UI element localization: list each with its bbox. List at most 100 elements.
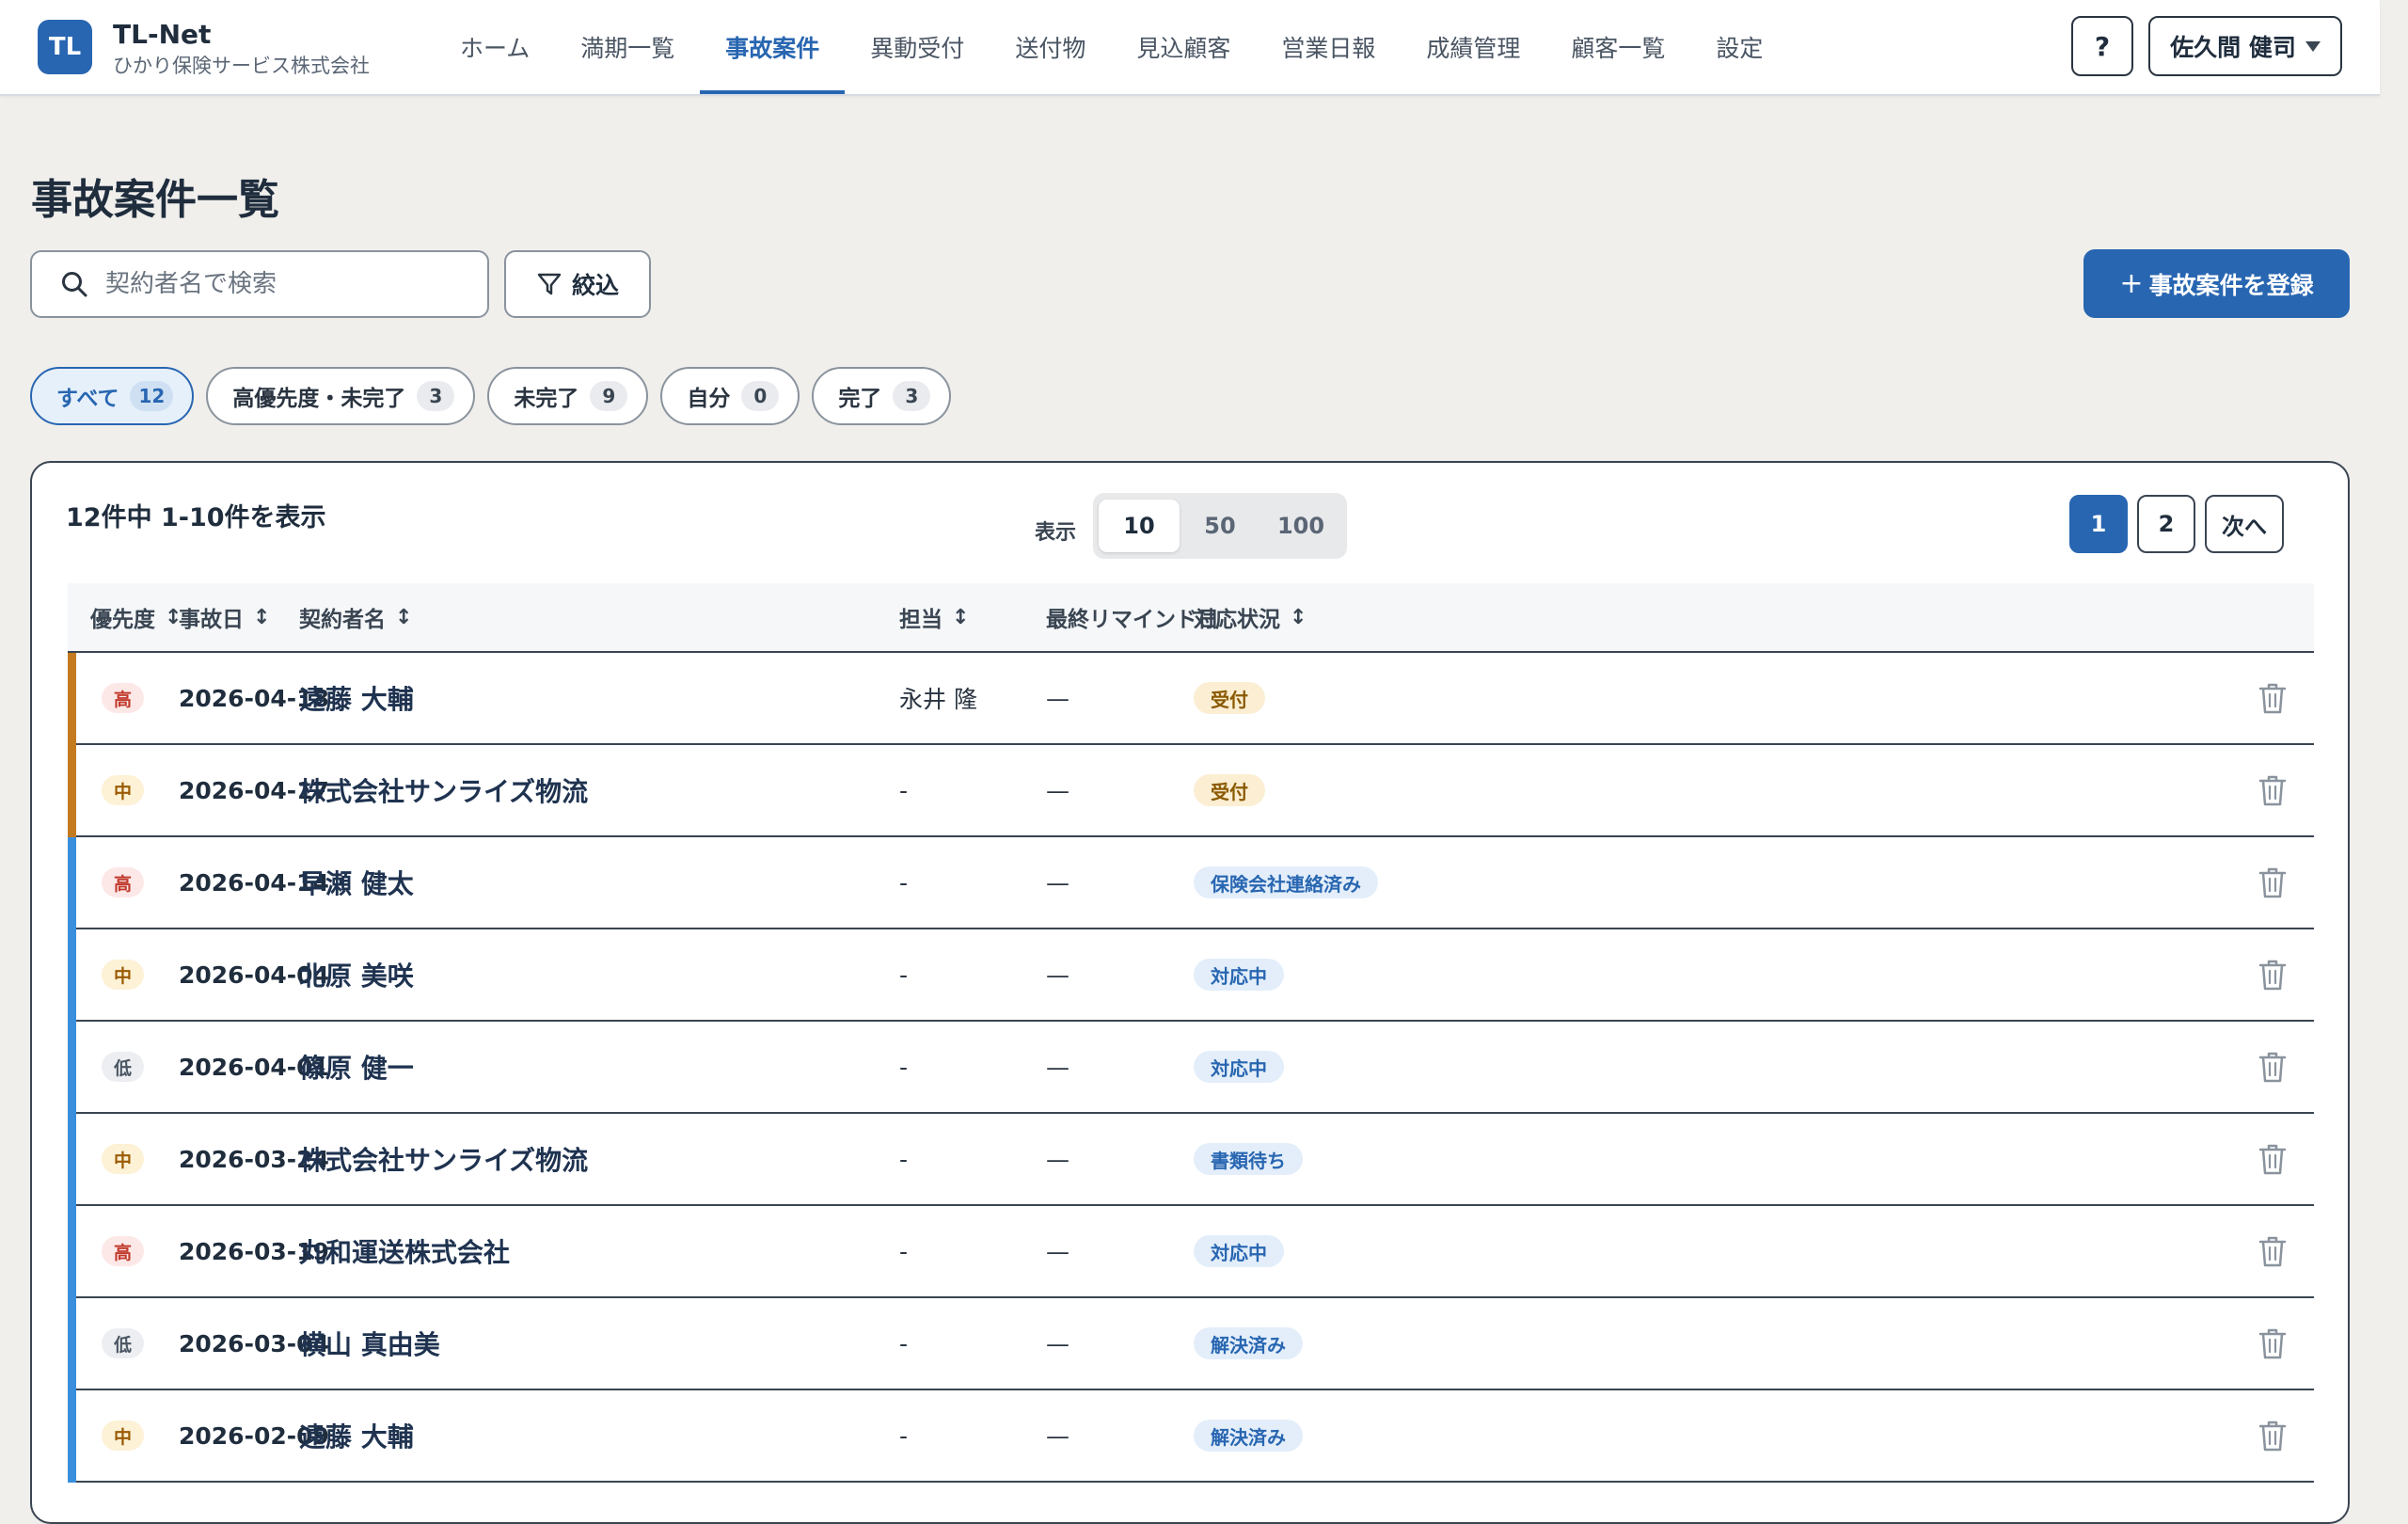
search-input[interactable]	[103, 269, 465, 299]
accident-table: 優先度 ↕ 事故日 ↕ 契約者名 ↕ 担当 ↕ 最終リマインド日 対応状況 ↕ 高 2026-04-1…	[68, 583, 2314, 1483]
priority-badge: 高	[102, 867, 145, 897]
contractor-name[interactable]: 遠藤 大輔	[299, 653, 414, 743]
contractor-name[interactable]: 株式会社サンライズ物流	[299, 745, 588, 835]
status-cell: 対応中	[1194, 1206, 1284, 1296]
delete-button[interactable]	[2258, 1114, 2288, 1204]
filter-chip[interactable]: 完了 3	[812, 367, 952, 425]
app-logo[interactable]: TL	[38, 20, 92, 74]
nav-item-5[interactable]: 見込顧客	[1111, 0, 1256, 94]
status-cell: 受付	[1194, 745, 1265, 835]
row-status-edge	[68, 1298, 76, 1390]
nav-item-3[interactable]: 異動受付	[845, 0, 990, 94]
filter-button[interactable]: 絞込	[504, 250, 651, 318]
priority-cell: 高	[102, 1206, 145, 1296]
table-row[interactable]: 高 2026-04-14 早瀬 健太 - — 保険会社連絡済み	[68, 837, 2314, 929]
contractor-name[interactable]: 早瀬 健太	[299, 837, 414, 928]
results-panel: 12件中 1-10件を表示 表示 10 50 100 1 2 次へ 優先度 ↕ 事故日 ↕ 契約…	[30, 461, 2350, 1524]
sort-icon[interactable]: ↕	[395, 606, 412, 629]
column-header[interactable]: 対応状況 ↕	[1194, 583, 1307, 651]
delete-button[interactable]	[2258, 1022, 2288, 1112]
column-header[interactable]: 事故日 ↕	[179, 583, 270, 651]
last-remind-date: —	[1046, 1329, 1069, 1357]
contractor-name[interactable]: 篠原 健一	[299, 1022, 414, 1112]
user-menu-button[interactable]: 佐久間 健司	[2148, 16, 2342, 76]
table-row[interactable]: 中 2026-02-09 遠藤 大輔 - — 解決済み	[68, 1390, 2314, 1483]
assignee: -	[899, 1329, 909, 1357]
priority-cell: 高	[102, 653, 145, 743]
column-header[interactable]: 優先度 ↕	[90, 583, 182, 651]
nav-item-2[interactable]: 事故案件	[700, 0, 846, 94]
chip-label: 高優先度・未完了	[232, 387, 406, 411]
page-size-label: 表示	[1035, 521, 1077, 545]
page-size-selector: 10 50 100	[1093, 493, 1347, 559]
table-row[interactable]: 低 2026-04-01 篠原 健一 - — 対応中	[68, 1022, 2314, 1114]
column-label: 対応状況	[1194, 608, 1280, 632]
help-button[interactable]: ?	[2071, 16, 2133, 76]
pagination: 1 2 次へ	[2069, 495, 2284, 553]
page-size-option[interactable]: 50	[1180, 500, 1260, 552]
nav-item-1[interactable]: 満期一覧	[555, 0, 700, 94]
contractor-name[interactable]: 遠藤 大輔	[299, 1390, 414, 1481]
delete-button[interactable]	[2258, 653, 2288, 743]
delete-button[interactable]	[2258, 1298, 2288, 1389]
chip-label: 未完了	[514, 387, 579, 411]
column-header[interactable]: 契約者名 ↕	[299, 583, 412, 651]
assignee: 永井 隆	[899, 686, 977, 713]
filter-chip[interactable]: 未完了 9	[487, 367, 649, 425]
chip-count: 12	[130, 381, 174, 411]
register-accident-button[interactable]: + 事故案件を登録	[2083, 249, 2350, 318]
delete-button[interactable]	[2258, 929, 2288, 1020]
row-status-edge	[68, 1114, 76, 1206]
nav-item-7[interactable]: 成績管理	[1401, 0, 1545, 94]
nav-item-9[interactable]: 設定	[1690, 0, 1788, 94]
delete-button[interactable]	[2258, 745, 2288, 835]
page-size-option[interactable]: 10	[1099, 500, 1180, 552]
nav-item-8[interactable]: 顧客一覧	[1545, 0, 1690, 94]
company-name: ひかり保険サービス株式会社	[113, 55, 370, 77]
delete-button[interactable]	[2258, 1390, 2288, 1481]
table-row[interactable]: 低 2026-03-04 横山 真由美 - — 解決済み	[68, 1298, 2314, 1390]
delete-button[interactable]	[2258, 837, 2288, 928]
column-header[interactable]: 担当 ↕	[899, 583, 969, 651]
status-cell: 対応中	[1194, 929, 1284, 1020]
table-row[interactable]: 高 2026-03-19 丸和運送株式会社 - — 対応中	[68, 1206, 2314, 1298]
contractor-name[interactable]: 株式会社サンライズ物流	[299, 1114, 588, 1204]
table-header: 優先度 ↕ 事故日 ↕ 契約者名 ↕ 担当 ↕ 最終リマインド日 対応状況 ↕	[68, 583, 2314, 653]
search-box[interactable]	[30, 250, 489, 318]
table-row[interactable]: 中 2026-03-24 株式会社サンライズ物流 - — 書類待ち	[68, 1114, 2314, 1206]
contractor-name[interactable]: 横山 真由美	[299, 1298, 440, 1389]
caret-down-icon	[2305, 40, 2321, 52]
last-remind-date: —	[1046, 684, 1069, 712]
last-remind-date: —	[1046, 1237, 1069, 1265]
last-remind-date: —	[1046, 960, 1069, 989]
delete-button[interactable]	[2258, 1206, 2288, 1296]
table-row[interactable]: 高 2026-04-18 遠藤 大輔 永井 隆 — 受付	[68, 653, 2314, 745]
filter-chip[interactable]: 高優先度・未完了 3	[206, 367, 476, 425]
contractor-name[interactable]: 北原 美咲	[299, 929, 414, 1020]
contractor-name[interactable]: 丸和運送株式会社	[299, 1206, 510, 1296]
nav-item-4[interactable]: 送付物	[990, 0, 1111, 94]
nav-item-0[interactable]: ホーム	[435, 0, 555, 94]
nav-item-6[interactable]: 営業日報	[1256, 0, 1401, 94]
table-row[interactable]: 中 2026-04-17 株式会社サンライズ物流 - — 受付	[68, 745, 2314, 837]
status-cell: 受付	[1194, 653, 1265, 743]
page-size-option[interactable]: 100	[1260, 500, 1341, 552]
plus-icon: +	[2119, 266, 2144, 300]
next-page-button[interactable]: 次へ	[2205, 495, 2284, 553]
filter-chip[interactable]: 自分 0	[660, 367, 800, 425]
filter-chips: すべて 12 高優先度・未完了 3 未完了 9 自分 0 完了 3	[30, 367, 952, 425]
sort-icon[interactable]: ↕	[253, 606, 270, 629]
page-button[interactable]: 2	[2137, 495, 2195, 553]
sort-icon[interactable]: ↕	[952, 606, 969, 629]
row-status-edge	[68, 837, 76, 929]
sort-icon[interactable]: ↕	[1290, 606, 1307, 629]
priority-cell: 低	[102, 1298, 145, 1389]
chip-label: すべて	[56, 387, 119, 411]
row-status-edge	[68, 1206, 76, 1298]
filter-chip[interactable]: すべて 12	[30, 367, 195, 425]
trash-icon	[2258, 1052, 2287, 1083]
page-button[interactable]: 1	[2069, 495, 2128, 553]
assignee: -	[899, 868, 909, 897]
table-row[interactable]: 中 2026-04-04 北原 美咲 - — 対応中	[68, 929, 2314, 1022]
assignee: -	[899, 1145, 909, 1173]
